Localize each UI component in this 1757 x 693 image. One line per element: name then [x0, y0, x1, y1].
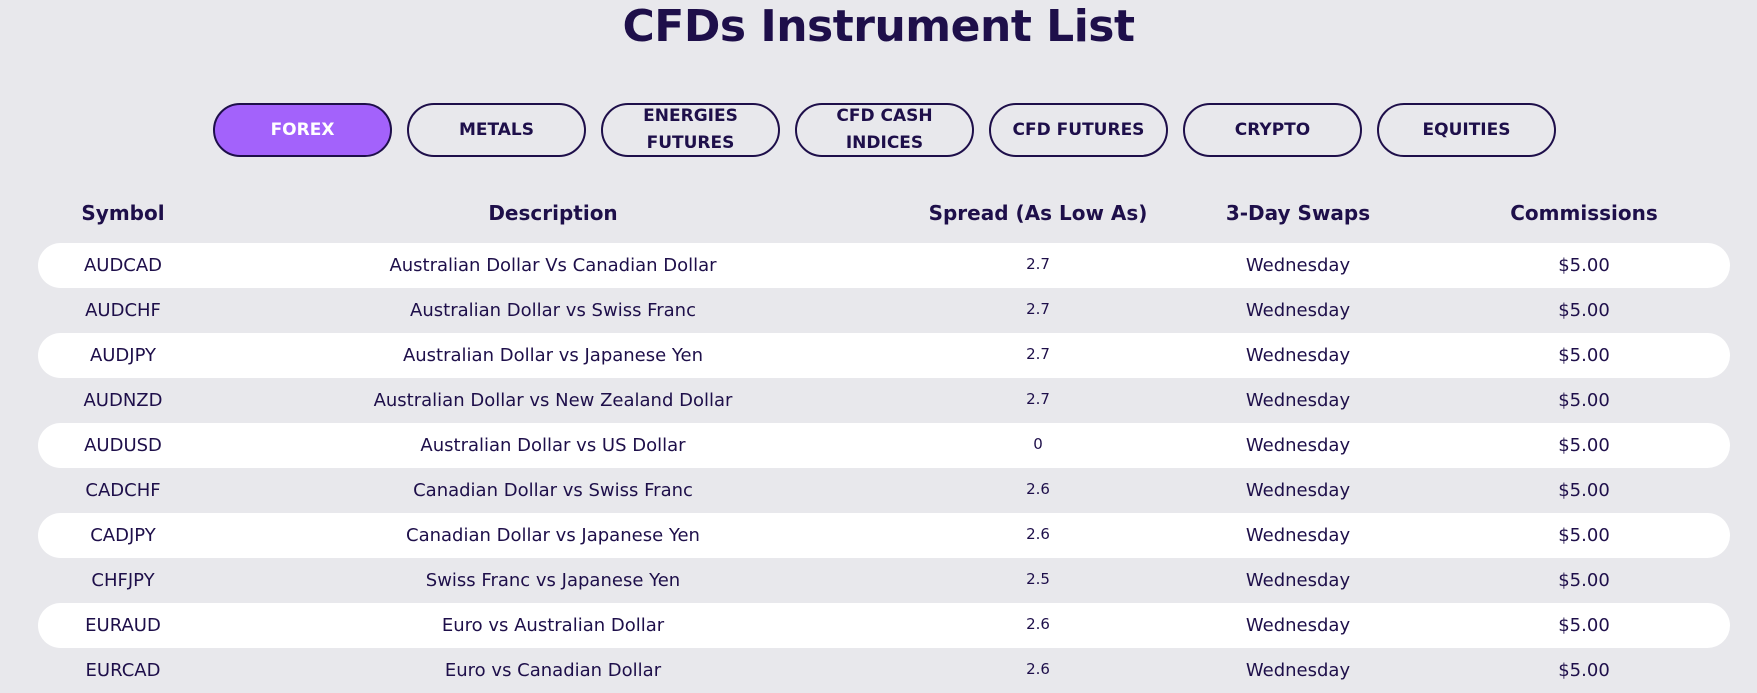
category-tabs: FOREX METALS ENERGIES FUTURES CFD CASH I…	[213, 103, 1556, 157]
cell-symbol: EURCAD	[85, 660, 161, 681]
cell-swaps: Wednesday	[1245, 615, 1351, 636]
tab-cfd-cash-indices[interactable]: CFD CASH INDICES	[795, 103, 974, 157]
cell-swaps: Wednesday	[1245, 570, 1351, 591]
cell-description: Canadian Dollar vs Swiss Franc	[413, 480, 693, 501]
cell-symbol: AUDCAD	[83, 255, 163, 276]
table-row: AUDNZD Australian Dollar vs New Zealand …	[38, 378, 1730, 423]
cell-swaps: Wednesday	[1245, 390, 1351, 411]
tab-forex[interactable]: FOREX	[213, 103, 392, 157]
header-swaps: 3-Day Swaps	[1225, 201, 1371, 225]
cell-description: Euro vs Australian Dollar	[441, 615, 665, 636]
cell-commissions: $5.00	[1558, 300, 1610, 321]
table-row: AUDJPY Australian Dollar vs Japanese Yen…	[38, 333, 1730, 378]
cell-commissions: $5.00	[1558, 480, 1610, 501]
cell-swaps: Wednesday	[1245, 525, 1351, 546]
cell-description: Australian Dollar vs US Dollar	[420, 435, 686, 456]
cell-commissions: $5.00	[1558, 345, 1610, 366]
cell-commissions: $5.00	[1558, 570, 1610, 591]
table-row: CADJPY Canadian Dollar vs Japanese Yen 2…	[38, 513, 1730, 558]
cell-commissions: $5.00	[1558, 435, 1610, 456]
cell-symbol: CADJPY	[90, 525, 156, 546]
header-commissions: Commissions	[1510, 201, 1658, 225]
tab-energies-futures[interactable]: ENERGIES FUTURES	[601, 103, 780, 157]
tab-equities[interactable]: EQUITIES	[1377, 103, 1556, 157]
header-symbol: Symbol	[81, 201, 165, 225]
tab-label: EQUITIES	[1422, 119, 1511, 140]
table-row: EURCAD Euro vs Canadian Dollar 2.6 Wedne…	[38, 648, 1730, 693]
cell-commissions: $5.00	[1558, 525, 1610, 546]
cell-symbol: CHFJPY	[91, 570, 155, 591]
tab-cfd-futures[interactable]: CFD FUTURES	[989, 103, 1168, 157]
tab-label: CFD CASH INDICES	[836, 106, 933, 153]
table-row: CADCHF Canadian Dollar vs Swiss Franc 2.…	[38, 468, 1730, 513]
table-row: AUDUSD Australian Dollar vs US Dollar 0 …	[38, 423, 1730, 468]
tab-label: METALS	[458, 119, 535, 140]
cell-commissions: $5.00	[1558, 615, 1610, 636]
cell-swaps: Wednesday	[1245, 480, 1351, 501]
cell-symbol: AUDUSD	[84, 435, 162, 456]
cell-symbol: CADCHF	[85, 480, 161, 501]
tab-label: CFD FUTURES	[1012, 119, 1145, 140]
table-row: AUDCAD Australian Dollar Vs Canadian Dol…	[38, 243, 1730, 288]
tab-crypto[interactable]: CRYPTO	[1183, 103, 1362, 157]
cell-description: Australian Dollar vs Japanese Yen	[402, 345, 704, 366]
cell-commissions: $5.00	[1558, 390, 1610, 411]
cell-swaps: Wednesday	[1245, 255, 1351, 276]
cell-description: Australian Dollar vs Swiss Franc	[410, 300, 696, 321]
tab-label: CRYPTO	[1234, 119, 1311, 140]
tab-label: ENERGIES FUTURES	[643, 106, 738, 153]
tab-label: FOREX	[270, 119, 335, 140]
instrument-list-page: CFDs Instrument List FOREX METALS ENERGI…	[0, 0, 1757, 689]
cell-description: Australian Dollar vs New Zealand Dollar	[373, 390, 733, 411]
table-row: AUDCHF Australian Dollar vs Swiss Franc …	[38, 288, 1730, 333]
cell-symbol: AUDJPY	[89, 345, 157, 366]
cell-symbol: AUDNZD	[83, 390, 163, 411]
cell-symbol: EURAUD	[85, 615, 161, 636]
cell-commissions: $5.00	[1558, 660, 1610, 681]
cell-swaps: Wednesday	[1245, 300, 1351, 321]
cell-description: Australian Dollar Vs Canadian Dollar	[389, 255, 717, 276]
table-header: Symbol Description Spread (As Low As) 3-…	[38, 196, 1730, 230]
cell-commissions: $5.00	[1558, 255, 1610, 276]
cell-description: Canadian Dollar vs Japanese Yen	[406, 525, 700, 546]
instrument-table-body: AUDCAD Australian Dollar Vs Canadian Dol…	[38, 243, 1730, 693]
page-title: CFDs Instrument List	[622, 1, 1135, 52]
header-description: Description	[488, 201, 618, 225]
cell-swaps: Wednesday	[1245, 660, 1351, 681]
cell-description: Swiss Franc vs Japanese Yen	[425, 570, 681, 591]
tab-metals[interactable]: METALS	[407, 103, 586, 157]
cell-swaps: Wednesday	[1245, 435, 1351, 456]
table-row: EURAUD Euro vs Australian Dollar 2.6 Wed…	[38, 603, 1730, 648]
cell-symbol: AUDCHF	[85, 300, 161, 321]
cell-description: Euro vs Canadian Dollar	[444, 660, 662, 681]
cell-swaps: Wednesday	[1245, 345, 1351, 366]
table-row: CHFJPY Swiss Franc vs Japanese Yen 2.5 W…	[38, 558, 1730, 603]
